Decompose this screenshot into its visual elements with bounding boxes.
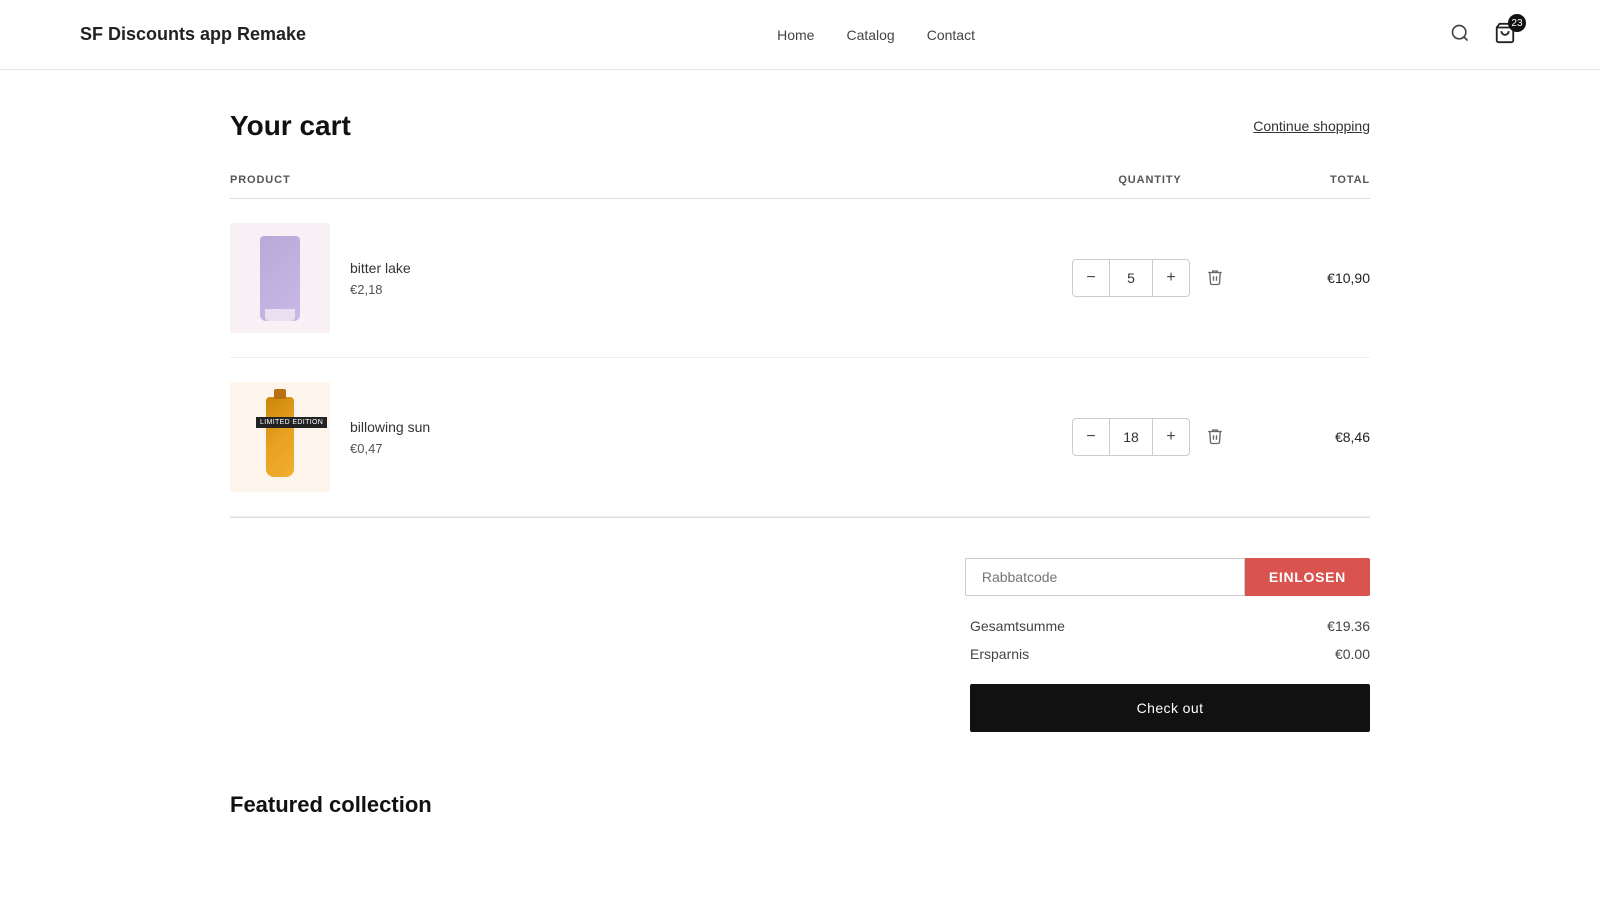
item-name-0: bitter lake (350, 260, 411, 276)
product-bottle-image (266, 397, 294, 477)
cart-title: Your cart (230, 110, 351, 142)
cart-badge: 23 (1508, 14, 1526, 32)
item-product-0: bitter lake €2,18 (230, 223, 1050, 333)
savings-value: €0.00 (1335, 646, 1370, 662)
qty-value-1: 18 (1109, 419, 1153, 455)
delete-item-1[interactable] (1202, 423, 1228, 452)
trash-icon (1206, 427, 1224, 445)
item-details-1: billowing sun €0,47 (350, 419, 430, 456)
main-content: Your cart Continue shopping PRODUCT QUAN… (150, 70, 1450, 858)
product-tube-image (260, 236, 300, 321)
item-quantity-1: − 18 + (1050, 418, 1250, 456)
discount-input[interactable] (965, 558, 1245, 596)
subtotal-value: €19.36 (1327, 618, 1370, 634)
qty-increase-0[interactable]: + (1153, 260, 1189, 296)
cart-header: Your cart Continue shopping (230, 110, 1370, 142)
summary-savings-row: Ersparnis €0.00 (970, 640, 1370, 668)
savings-label: Ersparnis (970, 646, 1029, 662)
col-total-header: TOTAL (1250, 174, 1370, 186)
site-logo: SF Discounts app Remake (80, 24, 306, 45)
item-product-1: LIMITED EDITION billowing sun €0,47 (230, 382, 1050, 492)
cart-item-1: LIMITED EDITION billowing sun €0,47 − 18… (230, 358, 1370, 517)
item-details-0: bitter lake €2,18 (350, 260, 411, 297)
order-summary: Gesamtsumme €19.36 Ersparnis €0.00 (970, 612, 1370, 668)
delete-item-0[interactable] (1202, 264, 1228, 293)
search-icon (1450, 23, 1470, 43)
main-nav: Home Catalog Contact (777, 27, 975, 43)
item-quantity-0: − 5 + (1050, 259, 1250, 297)
item-price-0: €2,18 (350, 282, 411, 297)
search-button[interactable] (1446, 19, 1474, 50)
discount-row: EINLOSEN (965, 558, 1370, 596)
nav-contact[interactable]: Contact (927, 27, 975, 43)
limited-edition-badge: LIMITED EDITION (256, 417, 327, 428)
trash-icon (1206, 268, 1224, 286)
col-product-header: PRODUCT (230, 174, 1050, 186)
continue-shopping-link[interactable]: Continue shopping (1253, 118, 1370, 134)
summary-subtotal-row: Gesamtsumme €19.36 (970, 612, 1370, 640)
qty-decrease-0[interactable]: − (1073, 260, 1109, 296)
header: SF Discounts app Remake Home Catalog Con… (0, 0, 1600, 70)
col-quantity-header: QUANTITY (1050, 174, 1250, 186)
checkout-button[interactable]: Check out (970, 684, 1370, 732)
nav-home[interactable]: Home (777, 27, 814, 43)
cart-footer: EINLOSEN Gesamtsumme €19.36 Ersparnis €0… (230, 558, 1370, 732)
item-image-1: LIMITED EDITION (230, 382, 330, 492)
table-headers: PRODUCT QUANTITY TOTAL (230, 174, 1370, 199)
cart-item-0: bitter lake €2,18 − 5 + €10,90 (230, 199, 1370, 358)
qty-decrease-1[interactable]: − (1073, 419, 1109, 455)
item-image-0 (230, 223, 330, 333)
qty-increase-1[interactable]: + (1153, 419, 1189, 455)
discount-apply-button[interactable]: EINLOSEN (1245, 558, 1370, 596)
featured-title: Featured collection (230, 792, 1370, 818)
item-total-1: €8,46 (1250, 429, 1370, 445)
qty-control-0: − 5 + (1072, 259, 1190, 297)
nav-catalog[interactable]: Catalog (846, 27, 894, 43)
cart-divider (230, 517, 1370, 518)
featured-section: Featured collection (230, 792, 1370, 818)
item-name-1: billowing sun (350, 419, 430, 435)
qty-value-0: 5 (1109, 260, 1153, 296)
header-icons: 23 (1446, 18, 1520, 51)
item-total-0: €10,90 (1250, 270, 1370, 286)
cart-button[interactable]: 23 (1490, 18, 1520, 51)
item-price-1: €0,47 (350, 441, 430, 456)
subtotal-label: Gesamtsumme (970, 618, 1065, 634)
qty-control-1: − 18 + (1072, 418, 1190, 456)
